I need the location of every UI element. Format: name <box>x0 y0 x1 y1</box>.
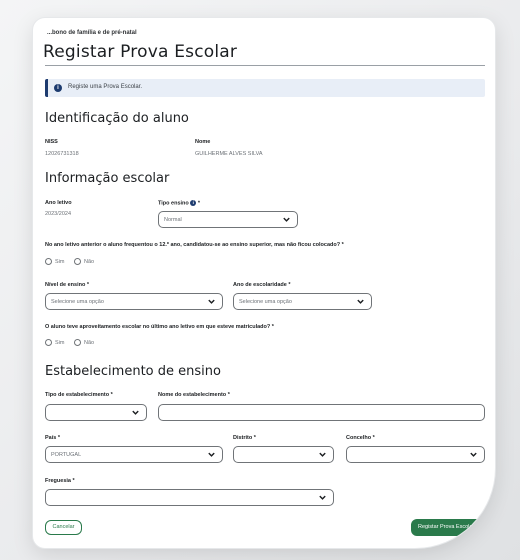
question1-radio-group: Sim Não <box>45 258 102 265</box>
required-marker: * <box>271 324 274 330</box>
teaching-type-label-group: Tipo ensino i * <box>158 200 200 206</box>
page-title: Registar Prova Escolar <box>43 42 238 62</box>
submit-button[interactable]: Registar Prova Escolar <box>411 519 495 536</box>
required-marker: * <box>253 435 256 441</box>
required-marker: * <box>72 478 75 484</box>
required-marker: * <box>288 282 291 288</box>
q1-no-label: Não <box>84 258 95 265</box>
chevron-down-icon <box>470 452 477 457</box>
info-icon[interactable]: i <box>190 200 197 206</box>
country-select[interactable]: PORTUGAL <box>45 446 223 463</box>
country-label-group: País * <box>45 435 60 441</box>
grade-label: Ano de escolaridade <box>233 282 287 288</box>
question2-label: O aluno teve aproveitamento escolar no ú… <box>45 324 271 330</box>
q2-no-label: Não <box>84 339 95 346</box>
establishment-name-label: Nome do estabelecimento <box>158 392 227 398</box>
breadcrumb[interactable]: ...bono de família e de pré-natal <box>47 30 137 36</box>
question1-label-group: No ano letivo anterior o aluno frequento… <box>45 242 344 248</box>
level-label: Nível de ensino <box>45 282 86 288</box>
grade-select[interactable]: Selecione uma opção <box>233 293 372 310</box>
establishment-type-label: Tipo de estabelecimento <box>45 392 110 398</box>
teaching-type-label: Tipo ensino <box>158 200 189 207</box>
q2-radio-yes[interactable] <box>45 339 52 346</box>
required-marker: * <box>110 392 113 398</box>
required-marker: * <box>372 435 375 441</box>
municipality-select[interactable] <box>346 446 485 463</box>
question2-label-group: O aluno teve aproveitamento escolar no ú… <box>45 324 274 330</box>
name-value: GUILHERME ALVES SILVA <box>195 151 263 157</box>
teaching-type-select[interactable]: Normal <box>158 211 298 228</box>
school-year-label: Ano letivo <box>45 200 72 206</box>
level-placeholder: Selecione uma opção <box>51 299 104 305</box>
establishment-name-input[interactable] <box>158 404 485 421</box>
chevron-down-icon <box>132 410 139 415</box>
grade-label-group: Ano de escolaridade * <box>233 282 290 288</box>
info-alert-text: Registe uma Prova Escolar. <box>68 84 143 90</box>
required-marker: * <box>197 200 200 207</box>
chevron-down-icon <box>319 495 326 500</box>
establishment-type-label-group: Tipo de estabelecimento * <box>45 392 113 398</box>
district-label: Distrito <box>233 435 253 441</box>
required-marker: * <box>341 242 344 248</box>
municipality-label-group: Concelho * <box>346 435 375 441</box>
establishment-type-select[interactable] <box>45 404 147 421</box>
district-select[interactable] <box>233 446 334 463</box>
q1-yes-label: Sim <box>55 258 65 265</box>
name-label: Nome <box>195 139 211 145</box>
required-marker: * <box>86 282 90 288</box>
q2-radio-no[interactable] <box>74 339 82 346</box>
establishment-section-title: Estabelecimento de ensino <box>45 364 221 379</box>
school-year-value: 2023/2024 <box>45 211 71 217</box>
school-info-section-title: Informação escolar <box>45 171 170 186</box>
level-label-group: Nível de ensino * <box>45 282 89 288</box>
chevron-down-icon <box>357 299 364 304</box>
title-divider <box>45 65 485 66</box>
level-select[interactable]: Selecione uma opção <box>45 293 223 310</box>
niss-value: 12026731318 <box>45 151 79 157</box>
info-icon: i <box>54 84 62 92</box>
parish-label: Freguesia <box>45 478 71 484</box>
question1-label: No ano letivo anterior o aluno frequento… <box>45 242 341 248</box>
q1-radio-yes[interactable] <box>45 258 52 265</box>
parish-select[interactable] <box>45 489 334 506</box>
cancel-button[interactable]: Cancelar <box>45 520 82 535</box>
parish-label-group: Freguesia * <box>45 478 75 484</box>
info-alert: i Registe uma Prova Escolar. <box>45 79 485 97</box>
district-label-group: Distrito * <box>233 435 256 441</box>
establishment-name-label-group: Nome do estabelecimento * <box>158 392 230 398</box>
chevron-down-icon <box>283 217 290 222</box>
niss-label: NISS <box>45 139 58 145</box>
required-marker: * <box>227 392 230 398</box>
question2-radio-group: Sim Não <box>45 339 102 346</box>
municipality-label: Concelho <box>346 435 372 441</box>
country-value: PORTUGAL <box>51 452 82 458</box>
grade-placeholder: Selecione uma opção <box>239 299 292 305</box>
q1-radio-no[interactable] <box>74 258 82 265</box>
q2-yes-label: Sim <box>55 339 65 346</box>
required-marker: * <box>57 435 60 441</box>
chevron-down-icon <box>208 452 215 457</box>
chevron-down-icon <box>319 452 326 457</box>
teaching-type-value: Normal <box>164 217 182 223</box>
student-section-title: Identificação do aluno <box>45 111 189 126</box>
chevron-down-icon <box>208 299 215 304</box>
country-label: País <box>45 435 57 441</box>
form-card: ...bono de família e de pré-natal Regist… <box>33 18 495 548</box>
